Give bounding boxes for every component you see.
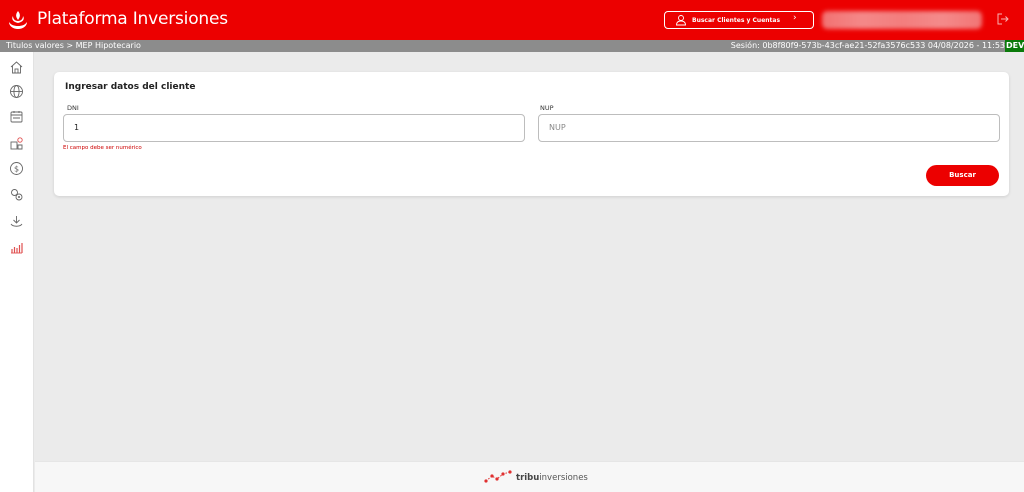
top-bar: Plataforma Inversiones Buscar Clientes y… xyxy=(0,0,1024,40)
env-badge: DEV xyxy=(1005,40,1024,52)
settings-icon[interactable] xyxy=(9,187,24,202)
nup-label: NUP xyxy=(540,104,554,112)
dni-label: DNI xyxy=(67,104,79,112)
footer-brand-rest: inversiones xyxy=(539,473,588,483)
search-button[interactable]: Buscar xyxy=(926,165,999,186)
info-bar: Titulos valores > MEP Hipotecario Sesión… xyxy=(0,40,1024,52)
search-clients-button[interactable]: Buscar Clientes y Cuentas › xyxy=(664,11,814,29)
footer-brand-bold: tribu xyxy=(516,473,540,483)
search-clients-label: Buscar Clientes y Cuentas xyxy=(692,17,781,24)
sidebar: $ xyxy=(0,52,34,492)
download-icon[interactable] xyxy=(9,214,24,229)
client-form-card: Ingresar datos del cliente DNI 1 NUP NUP… xyxy=(54,72,1009,196)
dni-error-message: El campo debe ser numérico xyxy=(63,145,142,151)
breadcrumb: Titulos valores > MEP Hipotecario xyxy=(6,41,141,50)
session-info: Sesión: 0b8f80f9-573b-43cf-ae21-52fa3576… xyxy=(730,41,1005,50)
user-info-blurred xyxy=(822,11,982,29)
user-icon xyxy=(676,15,686,26)
tribu-logo-icon xyxy=(484,470,512,483)
nup-input[interactable]: NUP xyxy=(538,114,1000,142)
footer: tribuinversiones xyxy=(35,461,1024,492)
footer-brand: tribuinversiones xyxy=(516,473,588,483)
chart-icon[interactable] xyxy=(9,240,24,255)
logout-icon[interactable] xyxy=(996,12,1010,26)
calendar-icon[interactable] xyxy=(9,109,24,124)
santander-flame-icon[interactable] xyxy=(7,10,29,30)
globe-icon[interactable] xyxy=(9,84,24,99)
home-icon[interactable] xyxy=(9,60,24,75)
dollar-icon[interactable]: $ xyxy=(9,161,24,176)
svg-text:$: $ xyxy=(14,165,19,174)
app-title: Plataforma Inversiones xyxy=(37,9,228,29)
form-title: Ingresar datos del cliente xyxy=(65,82,196,92)
dni-input[interactable]: 1 xyxy=(63,114,525,142)
chevron-right-icon: › xyxy=(793,13,797,23)
exchange-icon[interactable] xyxy=(9,136,24,151)
